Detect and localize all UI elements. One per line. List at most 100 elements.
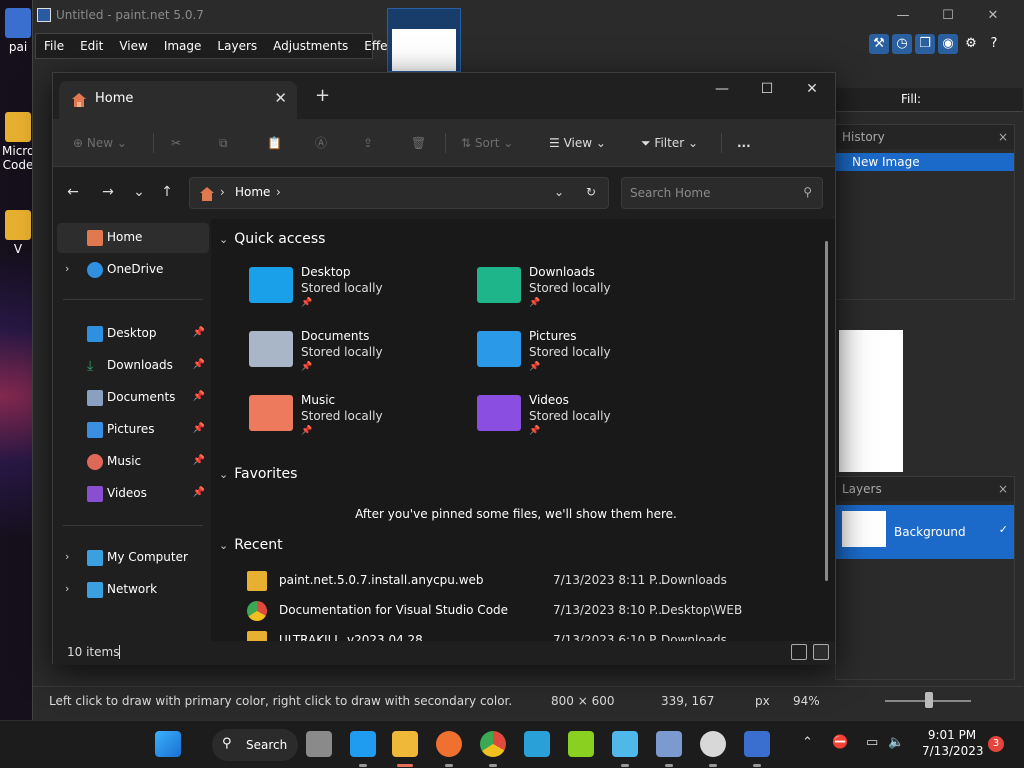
recent-file-row[interactable]: Documentation for Visual Studio Code 7/1… <box>241 599 801 623</box>
task-view-icon[interactable] <box>306 731 332 757</box>
pin-icon[interactable]: 📌 <box>193 455 205 466</box>
rename-icon[interactable]: Ⓐ <box>315 133 327 153</box>
nav-item-downloads[interactable]: ⤓ Downloads 📌 <box>57 351 209 381</box>
search-icon[interactable]: ⚲ <box>803 185 812 199</box>
delete-icon[interactable]: 🗑 <box>411 133 426 153</box>
nav-item-my-computer[interactable]: › My Computer <box>57 543 209 573</box>
new-button[interactable]: ⊕ New ⌄ <box>73 133 127 153</box>
paint-app-icon[interactable] <box>612 731 638 757</box>
details-view-button[interactable] <box>791 644 807 660</box>
chevron-right-icon[interactable]: › <box>220 185 225 199</box>
breadcrumb-home[interactable]: Home <box>235 185 270 199</box>
back-button[interactable]: ← <box>63 184 83 200</box>
chevron-right-icon[interactable]: › <box>276 185 281 199</box>
maximize-button[interactable]: ☐ <box>936 6 960 26</box>
tab-home[interactable]: Home ✕ <box>59 81 297 119</box>
layer-row[interactable]: Background ✓ <box>836 505 1014 559</box>
tools-icon[interactable]: ⚒ <box>869 34 889 54</box>
start-icon[interactable] <box>155 731 181 757</box>
menu-edit[interactable]: Edit <box>72 34 111 58</box>
recent-file-row[interactable]: paint.net.5.0.7.install.anycpu.web 7/13/… <box>241 569 801 593</box>
camera-app-icon[interactable] <box>656 731 682 757</box>
recent-locations-button[interactable]: ⌄ <box>129 184 149 200</box>
section-quick-access[interactable]: ⌄ Quick access <box>219 231 325 247</box>
chevron-down-icon[interactable]: ⌄ <box>219 233 228 246</box>
copy-icon[interactable]: ⧉ <box>219 133 228 153</box>
search-box[interactable]: ⚲ <box>621 177 823 209</box>
address-history-button[interactable]: ⌄ <box>554 185 564 199</box>
nav-item-home[interactable]: Home <box>57 223 209 253</box>
section-favorites[interactable]: ⌄ Favorites <box>219 466 297 482</box>
history-item[interactable]: New Image <box>836 153 1014 171</box>
chrome-icon[interactable] <box>480 731 506 757</box>
menu-layers[interactable]: Layers <box>209 34 265 58</box>
chevron-down-icon[interactable]: ⌄ <box>219 539 228 552</box>
content-scrollbar[interactable] <box>825 241 828 581</box>
filter-button[interactable]: ⏷ Filter ⌄ <box>641 133 698 153</box>
quick-access-desktop[interactable]: Desktop Stored locally 📌 <box>249 263 459 317</box>
up-button[interactable]: ↑ <box>157 184 177 200</box>
explorer-tabstrip[interactable]: Home ✕ + — ☐ ✕ <box>53 73 835 119</box>
chevron-down-icon[interactable]: ⌄ <box>219 468 228 481</box>
nav-item-onedrive[interactable]: › OneDrive <box>57 255 209 285</box>
refresh-icon[interactable]: ↻ <box>586 185 596 199</box>
system-clock[interactable]: 9:01 PM 7/13/2023 <box>922 727 984 759</box>
show-hidden-icons-icon[interactable]: ⌃ <box>802 735 813 750</box>
quick-access-documents[interactable]: Documents Stored locally 📌 <box>249 327 459 381</box>
display-icon[interactable]: ▭ <box>866 735 878 750</box>
minimize-button[interactable]: — <box>891 6 915 26</box>
settings-icon[interactable]: ⚙ <box>961 34 981 54</box>
image-canvas[interactable] <box>839 330 903 472</box>
cut-icon[interactable]: ✂ <box>171 133 181 153</box>
firefox-icon[interactable] <box>436 731 462 757</box>
volume-icon[interactable]: 🔈 <box>888 735 904 750</box>
close-icon[interactable]: × <box>998 477 1008 501</box>
close-button[interactable]: ✕ <box>981 6 1005 26</box>
puzzle-app-icon[interactable] <box>524 731 550 757</box>
menu-view[interactable]: View <box>111 34 155 58</box>
tiles-view-button[interactable] <box>813 644 829 660</box>
search-input[interactable] <box>630 184 790 202</box>
quick-access-downloads[interactable]: Downloads Stored locally 📌 <box>477 263 687 317</box>
visibility-check-icon[interactable]: ✓ <box>999 523 1008 536</box>
clock-app-icon[interactable] <box>700 731 726 757</box>
quick-access-music[interactable]: Music Stored locally 📌 <box>249 391 459 445</box>
nav-item-documents[interactable]: Documents 📌 <box>57 383 209 413</box>
zoom-level[interactable]: 94% <box>793 694 820 708</box>
close-button[interactable]: ✕ <box>795 77 829 101</box>
colors-icon[interactable]: ◉ <box>938 34 958 54</box>
image-thumbnail[interactable] <box>387 8 461 72</box>
paintnet-app-icon[interactable] <box>744 731 770 757</box>
taskbar-search[interactable]: ⚲ Search <box>212 729 298 761</box>
spreadsheet-app-icon[interactable] <box>568 731 594 757</box>
nav-item-videos[interactable]: Videos 📌 <box>57 479 209 509</box>
sort-button[interactable]: ⇅ Sort ⌄ <box>461 133 513 153</box>
maximize-button[interactable]: ☐ <box>750 77 784 101</box>
nav-item-pictures[interactable]: Pictures 📌 <box>57 415 209 445</box>
address-bar[interactable]: › Home › ⌄ ↻ <box>189 177 609 209</box>
quick-access-pictures[interactable]: Pictures Stored locally 📌 <box>477 327 687 381</box>
history-icon[interactable]: ◷ <box>892 34 912 54</box>
pin-icon[interactable]: 📌 <box>193 487 205 498</box>
menu-file[interactable]: File <box>36 34 72 58</box>
nav-item-network[interactable]: › Network <box>57 575 209 605</box>
unit-selector[interactable]: px <box>755 694 770 708</box>
pin-icon[interactable]: 📌 <box>193 391 205 402</box>
pin-icon[interactable]: 📌 <box>193 423 205 434</box>
new-tab-button[interactable]: + <box>315 85 330 106</box>
view-button[interactable]: ☰ View ⌄ <box>549 133 606 153</box>
zoom-slider-thumb[interactable] <box>925 692 933 708</box>
minimize-button[interactable]: — <box>705 77 739 101</box>
share-icon[interactable]: ⇪ <box>363 133 373 153</box>
close-tab-icon[interactable]: ✕ <box>274 89 287 107</box>
paintnet-titlebar[interactable]: Untitled - paint.net 5.0.7 — ☐ ✕ <box>33 0 1023 32</box>
paste-icon[interactable]: 📋 <box>267 133 282 153</box>
chevron-right-icon[interactable]: › <box>65 262 69 275</box>
close-icon[interactable]: × <box>998 125 1008 149</box>
notification-badge[interactable]: 3 <box>988 736 1004 752</box>
recent-file-row[interactable]: ULTRAKILL_v2023.04.28 7/13/2023 6:10 P..… <box>241 629 801 641</box>
menu-adjustments[interactable]: Adjustments <box>265 34 356 58</box>
nav-item-music[interactable]: Music 📌 <box>57 447 209 477</box>
quick-access-videos[interactable]: Videos Stored locally 📌 <box>477 391 687 445</box>
help-icon[interactable]: ? <box>984 34 1004 54</box>
